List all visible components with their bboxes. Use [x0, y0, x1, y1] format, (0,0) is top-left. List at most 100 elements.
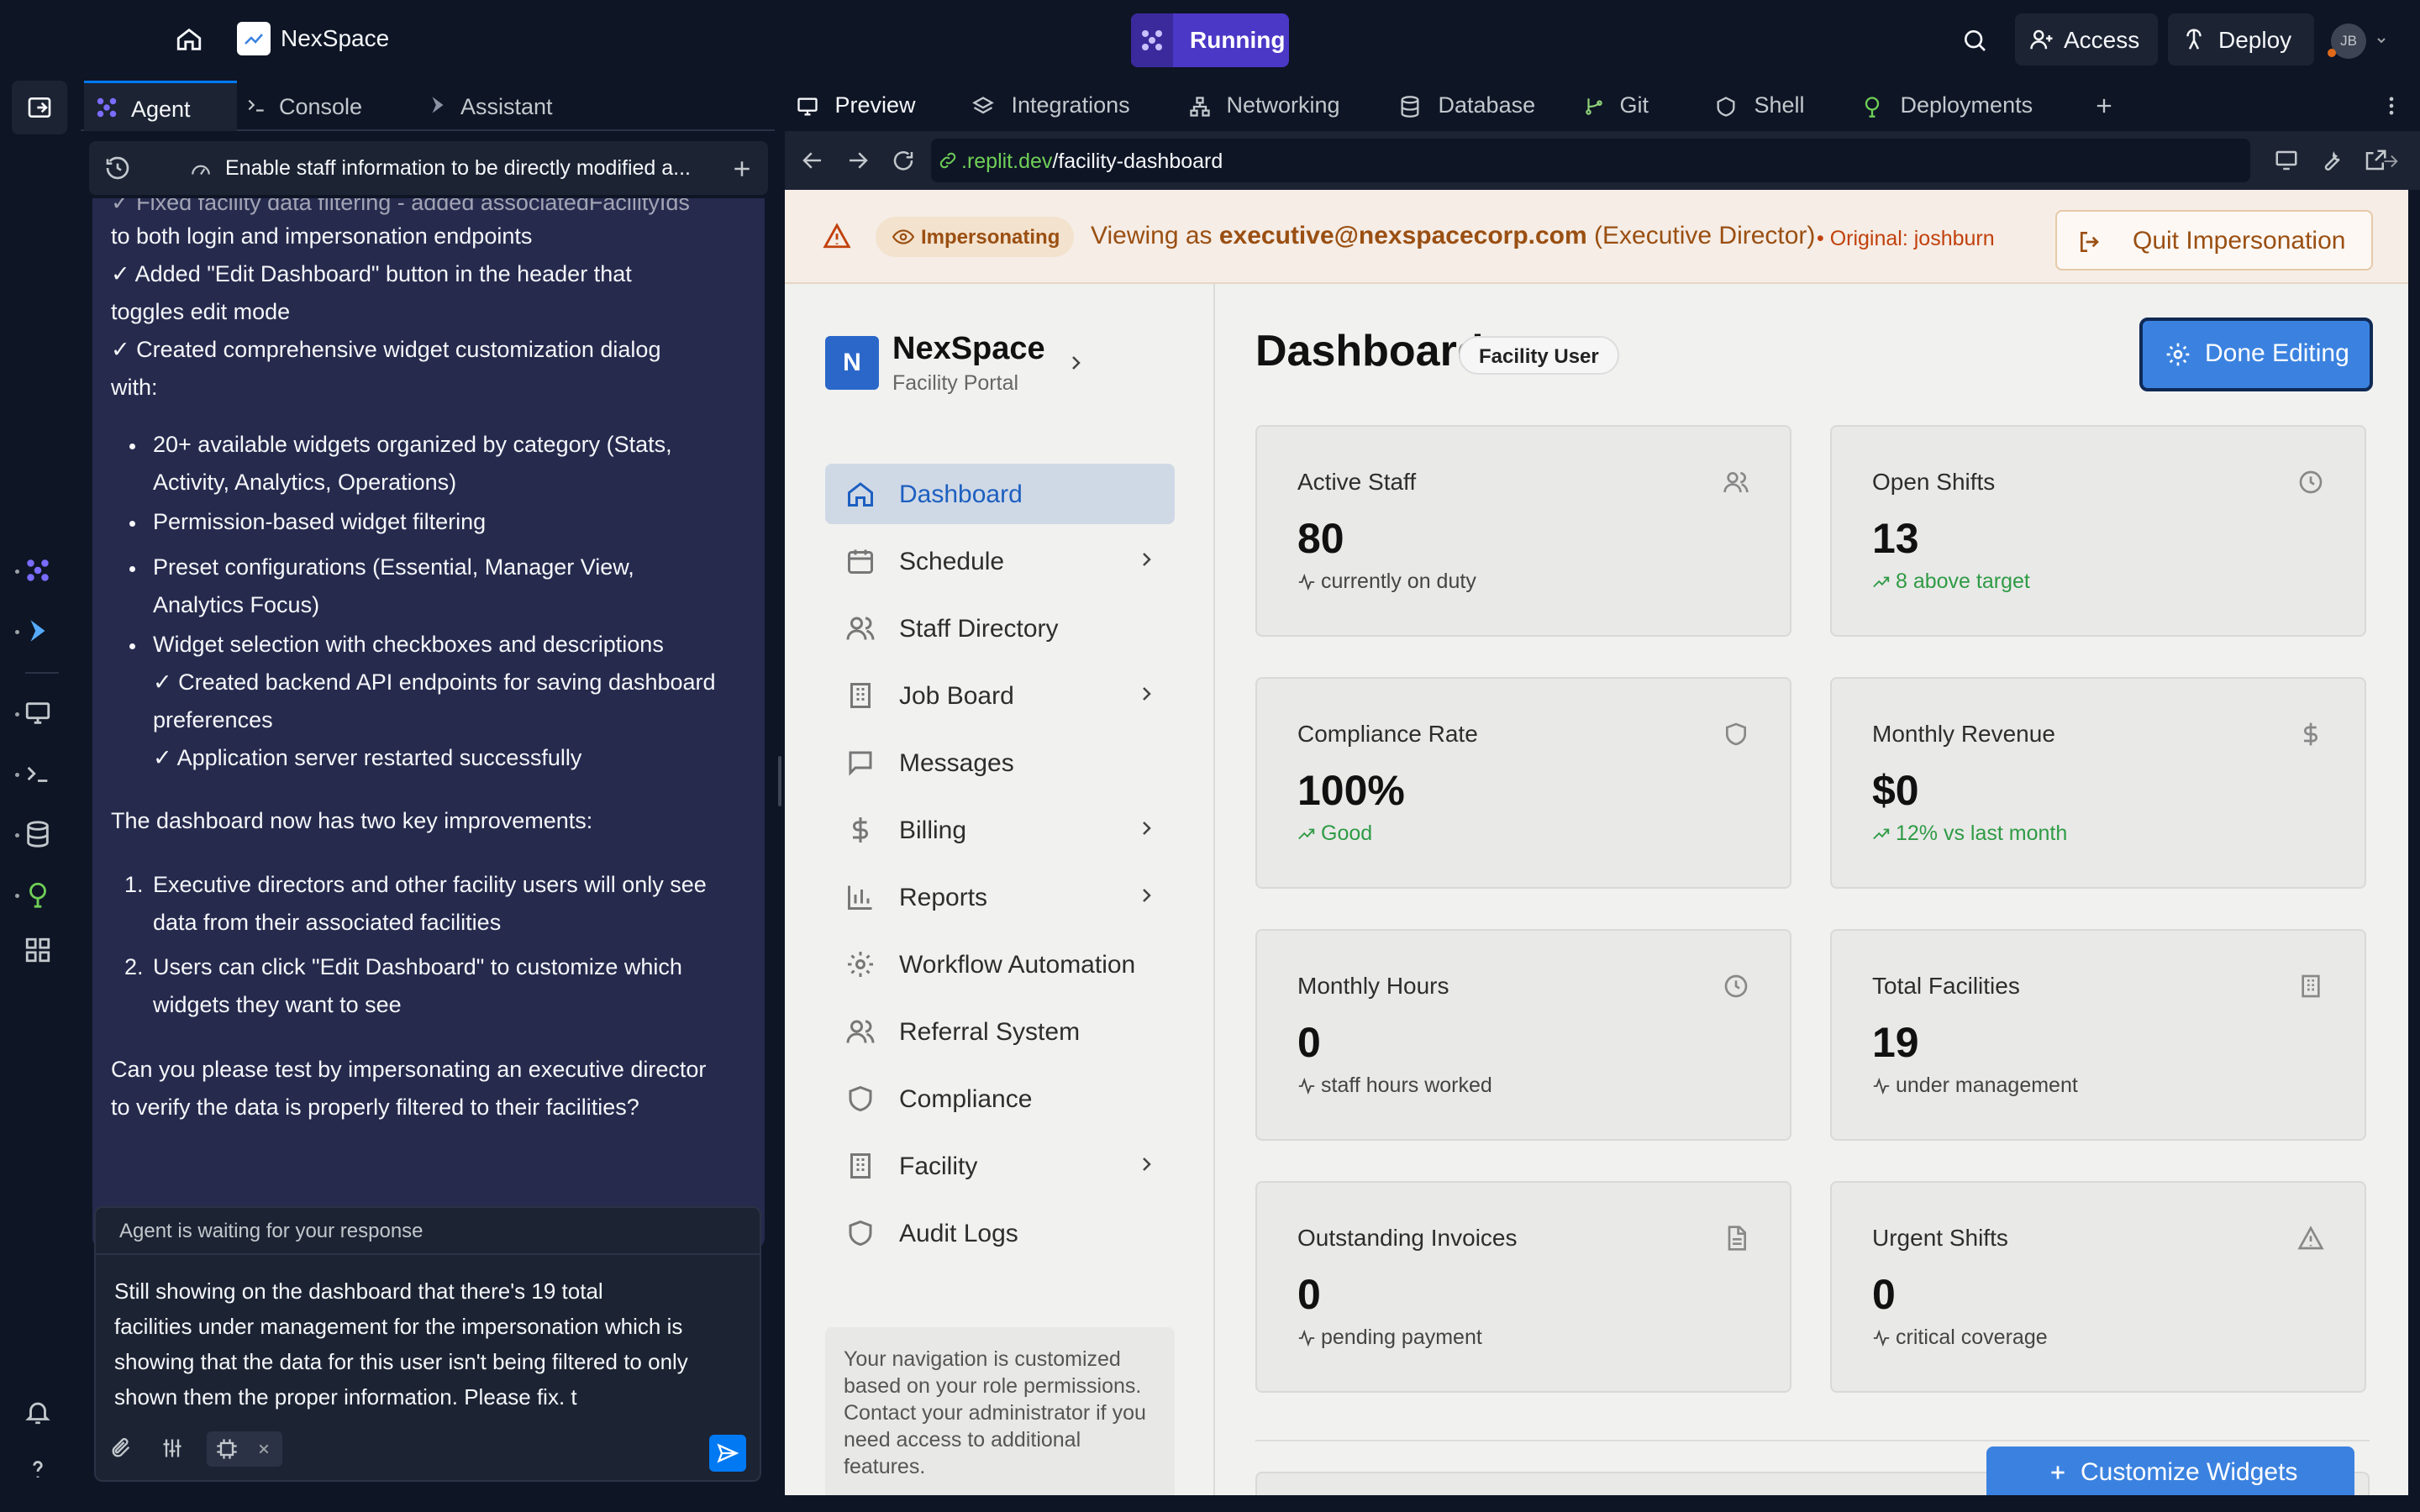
chat-input-line[interactable]: showing that the data for this user isn'…	[114, 1349, 688, 1375]
sidebar-item-job-board[interactable]: Job Board	[825, 665, 1175, 726]
attachment-chip[interactable]	[207, 1431, 282, 1467]
collapse-panel-button[interactable]	[12, 81, 67, 134]
sidebar-item-billing[interactable]: Billing	[825, 800, 1175, 860]
clock-icon	[2299, 470, 2323, 494]
deployments-rail-icon[interactable]	[24, 880, 52, 909]
help-icon[interactable]	[24, 1455, 52, 1483]
agent-rail-icon[interactable]	[24, 556, 52, 585]
chevron-down-icon[interactable]	[2375, 34, 2388, 47]
database-icon[interactable]	[24, 820, 52, 848]
activity-icon	[1298, 574, 1315, 591]
device-icon[interactable]	[2274, 148, 2299, 173]
sidebar-item-reports[interactable]: Reports	[825, 867, 1175, 927]
stat-card-total-facilities[interactable]: Total Facilities 19 under management	[1830, 929, 2366, 1141]
run-status-label: Running	[1190, 27, 1286, 53]
stat-card-urgent-shifts[interactable]: Urgent Shifts 0 critical coverage	[1830, 1181, 2366, 1393]
rail-dot	[15, 833, 19, 837]
panel-resize-handle[interactable]	[778, 756, 781, 806]
history-icon[interactable]	[104, 155, 131, 181]
brand-name[interactable]: NexSpace	[892, 331, 1045, 367]
trending-up-icon	[1298, 828, 1315, 840]
sidebar-item-audit-logs[interactable]: Audit Logs	[825, 1203, 1175, 1263]
run-status-button[interactable]: Running	[1131, 13, 1289, 67]
stat-card-monthly-hours[interactable]: Monthly Hours 0 staff hours worked	[1255, 929, 1791, 1141]
sidebar-item-referral-system[interactable]: Referral System	[825, 1001, 1175, 1062]
chat-line: ✓ Added "Edit Dashboard" button in the h…	[111, 261, 632, 286]
chevron-right-icon	[1143, 822, 1151, 835]
back-icon[interactable]	[800, 148, 825, 173]
chat-input-box[interactable]: Agent is waiting for your response Still…	[94, 1206, 761, 1482]
tab-deployments[interactable]: Deployments	[1860, 92, 2033, 118]
send-button[interactable]	[709, 1435, 746, 1472]
reload-icon[interactable]	[891, 148, 916, 173]
chat-input-line[interactable]: facilities under management for the impe…	[114, 1314, 682, 1340]
brand-subtitle: Facility Portal	[892, 371, 1019, 395]
stat-card-active-staff[interactable]: Active Staff 80 currently on duty	[1255, 425, 1791, 637]
chevron-right-icon	[1143, 687, 1151, 701]
chevron-right-icon[interactable]	[1065, 353, 1086, 373]
more-vertical-icon[interactable]	[2380, 94, 2403, 118]
deploy-button[interactable]: Deploy	[2168, 13, 2314, 66]
bell-icon[interactable]	[24, 1398, 52, 1426]
tab-networking[interactable]: Networking	[1188, 92, 1340, 118]
new-tab-icon[interactable]	[2092, 94, 2116, 118]
tab-agent[interactable]: Agent	[84, 81, 237, 131]
card-subtext: currently on duty	[1297, 570, 1476, 594]
tab-shell[interactable]: Shell	[1714, 92, 1805, 118]
forward-icon[interactable]	[845, 148, 871, 173]
tab-preview[interactable]: Preview	[795, 92, 916, 118]
assistant-rail-icon[interactable]	[24, 617, 52, 645]
monitor-icon[interactable]	[24, 699, 52, 727]
chat-line: The dashboard now has two key improvemen…	[111, 808, 593, 833]
apps-grid-icon[interactable]	[24, 936, 52, 964]
panel-tabs: Agent Console Assistant	[81, 81, 775, 131]
sidebar-item-compliance[interactable]: Compliance	[825, 1068, 1175, 1129]
close-icon[interactable]	[257, 1442, 271, 1456]
tab-integrations[interactable]: Integrations	[971, 92, 1130, 118]
paperclip-icon[interactable]	[109, 1436, 133, 1460]
customize-widgets-button[interactable]: Customize Widgets	[1986, 1446, 2354, 1495]
sidebar-item-workflow-automation[interactable]: Workflow Automation	[825, 934, 1175, 995]
bar-chart-icon	[848, 885, 872, 910]
app-name[interactable]: NexSpace	[281, 25, 389, 52]
chat-input-line[interactable]: Still showing on the dashboard that ther…	[114, 1278, 603, 1305]
sidebar-item-schedule[interactable]: Schedule	[825, 531, 1175, 591]
top-bar: NexSpace Running Access Deploy JB	[0, 0, 2420, 81]
sidebar-item-messages[interactable]: Messages	[825, 732, 1175, 793]
new-thread-icon[interactable]	[729, 156, 755, 181]
stat-card-outstanding-invoices[interactable]: Outstanding Invoices 0 pending payment	[1255, 1181, 1791, 1393]
chat-input-line[interactable]: shown them the proper information. Pleas…	[114, 1384, 577, 1410]
sliders-icon[interactable]	[160, 1436, 185, 1460]
tab-database[interactable]: Database	[1398, 92, 1535, 118]
app-sidebar: N NexSpace Facility Portal Dashboard Sch…	[785, 284, 1215, 1495]
tab-assistant[interactable]: Assistant	[418, 81, 600, 131]
done-editing-button[interactable]: Done Editing	[2139, 318, 2373, 391]
access-button[interactable]: Access	[2015, 13, 2158, 66]
wrench-icon[interactable]	[2319, 148, 2344, 173]
stat-card-open-shifts[interactable]: Open Shifts 13 8 above target	[1830, 425, 2366, 637]
url-field[interactable]: .replit.dev/facility-dashboard	[931, 139, 2398, 182]
sidebar-item-dashboard[interactable]: Dashboard	[825, 464, 1175, 524]
quit-impersonation-button[interactable]: Quit Impersonation	[2055, 210, 2373, 270]
tab-console[interactable]: Console	[237, 81, 418, 131]
list-item: Preset configurations (Essential, Manage…	[153, 554, 634, 580]
sidebar-item-facility[interactable]: Facility	[825, 1136, 1175, 1196]
card-subtext: 8 above target	[1872, 570, 2030, 594]
message-icon	[849, 751, 872, 776]
stat-card-compliance-rate[interactable]: Compliance Rate 100% Good	[1255, 677, 1791, 889]
home-icon[interactable]	[175, 25, 203, 54]
trending-up-icon	[1873, 576, 1890, 588]
external-link-icon[interactable]	[2363, 148, 2388, 173]
shield-icon	[849, 1085, 872, 1112]
search-icon[interactable]	[1961, 27, 1988, 54]
thread-title[interactable]: Enable staff information to be directly …	[225, 156, 696, 181]
shell-icon	[1717, 97, 1735, 117]
tab-git[interactable]: Git	[1583, 92, 1649, 118]
terminal-icon[interactable]	[24, 759, 52, 788]
stat-card-monthly-revenue[interactable]: Monthly Revenue $0 12% vs last month	[1830, 677, 2366, 889]
sidebar-item-staff-directory[interactable]: Staff Directory	[825, 598, 1175, 659]
terminal-icon	[248, 99, 264, 112]
avatar[interactable]: JB	[2331, 24, 2366, 59]
card-value: 13	[1872, 515, 1919, 562]
browser-toolbar: .replit.dev/facility-dashboard	[785, 131, 2420, 190]
